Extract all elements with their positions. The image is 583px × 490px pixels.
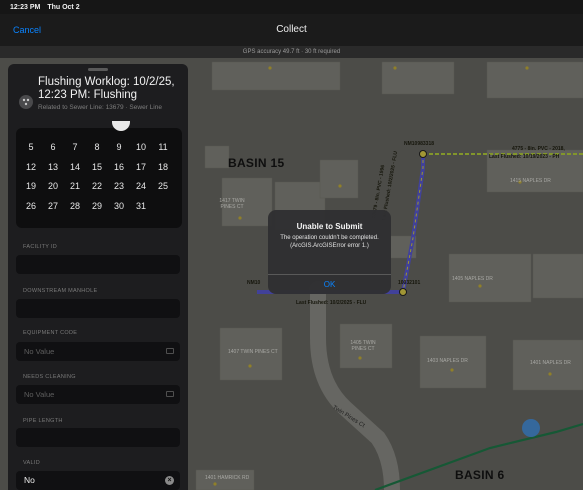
flushed-label: Last Flushed: 10/2/2025 - FLU	[296, 300, 367, 306]
worklog-form-panel: Flushing Worklog: 10/2/25, 12:23 PM: Flu…	[8, 64, 188, 490]
calendar-week-row: 5 6 7 8 9 10 11	[20, 142, 176, 162]
calendar-day[interactable]: 23	[108, 181, 130, 201]
downstream-manhole-label: DOWNSTREAM MANHOLE	[23, 288, 98, 294]
calendar-day[interactable]: 13	[42, 162, 64, 182]
valid-label: VALID	[23, 460, 40, 466]
alert-title: Unable to Submit	[296, 222, 363, 231]
calendar-day[interactable]: 31	[130, 201, 152, 221]
manhole-label: 10032101	[398, 280, 421, 286]
manhole-label: NM10	[247, 280, 261, 286]
calendar-week-row: 19 20 21 22 23 24 25	[20, 181, 176, 201]
basin-6-label: BASIN 6	[455, 468, 505, 482]
status-time: 12:23 PM	[10, 4, 41, 11]
calendar-day[interactable]: 11	[152, 142, 174, 162]
calendar-week-row: 26 27 28 29 30 31	[20, 201, 176, 221]
gps-accuracy-banner: GPS accuracy 49.7 ft · 30 ft required	[0, 46, 583, 58]
form-title: Flushing Worklog: 10/2/25, 12:23 PM: Flu…	[38, 76, 175, 101]
valid-value: No	[24, 475, 35, 485]
calendar-day[interactable]: 30	[108, 201, 130, 221]
needs-cleaning-picker[interactable]: No Value	[16, 385, 180, 404]
calendar-week-row: 12 13 14 15 16 17 18	[20, 162, 176, 182]
calendar-day[interactable]: 15	[86, 162, 108, 182]
address-label: 1407 TWIN PINES CT	[228, 349, 278, 355]
calendar-day[interactable]: 29	[86, 201, 108, 221]
calendar-day[interactable]: 9	[108, 142, 130, 162]
calendar-day[interactable]: 27	[42, 201, 64, 221]
calendar-day[interactable]: 7	[64, 142, 86, 162]
status-bar: 12:23 PM Thu Oct 2	[0, 0, 583, 14]
calendar-day[interactable]: 16	[108, 162, 130, 182]
panel-drag-handle[interactable]	[88, 68, 108, 71]
calendar-day[interactable]: 17	[130, 162, 152, 182]
navigation-bar: Cancel Collect	[0, 14, 583, 46]
address-label: 1401 HAMRICK RD	[205, 475, 250, 481]
address-label: 1415 NAPLES DR	[510, 178, 551, 184]
clear-icon[interactable]: ×	[165, 476, 174, 485]
calendar-day[interactable]: 8	[86, 142, 108, 162]
valid-field[interactable]: No ×	[16, 471, 180, 490]
address-label: 1403 NAPLES DR	[427, 358, 468, 364]
calendar-day[interactable]: 12	[20, 162, 42, 182]
calendar-day[interactable]: 28	[64, 201, 86, 221]
error-alert-dialog: Unable to Submit The operation couldn't …	[268, 210, 391, 294]
equipment-code-picker[interactable]: No Value	[16, 342, 180, 361]
facility-id-field[interactable]	[16, 255, 180, 274]
calendar-day[interactable]: 26	[20, 201, 42, 221]
form-subtitle: Related to Sewer Line: 13679 · Sewer Lin…	[38, 104, 162, 111]
pipe-label: 4775 - 8in. PVC - 2018,	[512, 146, 565, 152]
address-label: 1417 TWIN PINES CT	[219, 198, 245, 210]
downstream-manhole-field[interactable]	[16, 299, 180, 318]
picker-icon	[166, 391, 174, 397]
address-label: 1401 NAPLES DR	[530, 360, 571, 366]
address-label: 1405 TWIN PINES CT	[350, 340, 376, 352]
calendar-day[interactable]: 20	[42, 181, 64, 201]
calendar-day[interactable]: 25	[152, 181, 174, 201]
calendar-grid: 5 6 7 8 9 10 11 12 13 14 15 16 17 18 19 20 21 22 23 24 25 26 2…	[20, 142, 176, 220]
calendar-day[interactable]: 19	[20, 181, 42, 201]
alert-message: The operation couldn't be completed. (Ar…	[280, 235, 379, 249]
equipment-code-label: EQUIPMENT CODE	[23, 330, 78, 336]
calendar-day[interactable]: 10	[130, 142, 152, 162]
nav-title: Collect	[276, 24, 307, 35]
worklog-icon	[19, 95, 33, 109]
calendar-day[interactable]: 18	[152, 162, 174, 182]
pipe-length-field[interactable]	[16, 428, 180, 447]
status-date: Thu Oct 2	[47, 4, 80, 11]
equipment-code-value: No Value	[24, 347, 55, 356]
calendar-day[interactable]: 6	[42, 142, 64, 162]
facility-id-label: FACILITY ID	[23, 244, 58, 250]
calendar-day[interactable]: 22	[86, 181, 108, 201]
ok-button[interactable]: OK	[268, 275, 391, 294]
needs-cleaning-label: NEEDS CLEANING	[23, 374, 76, 380]
manhole-label: NM10983318	[404, 141, 435, 147]
calendar-day[interactable]: 14	[64, 162, 86, 182]
calendar-day[interactable]: 24	[130, 181, 152, 201]
picker-icon	[166, 348, 174, 354]
calendar-day[interactable]: 5	[20, 142, 42, 162]
pipe-length-label: PIPE LENGTH	[23, 418, 63, 424]
flushed-label: Last Flushed: 10/19/2023 - PH	[489, 154, 560, 160]
address-label: 1405 NAPLES DR	[452, 276, 493, 282]
basin-15-label: BASIN 15	[228, 156, 285, 170]
needs-cleaning-value: No Value	[24, 390, 55, 399]
calendar-day[interactable]: 21	[64, 181, 86, 201]
